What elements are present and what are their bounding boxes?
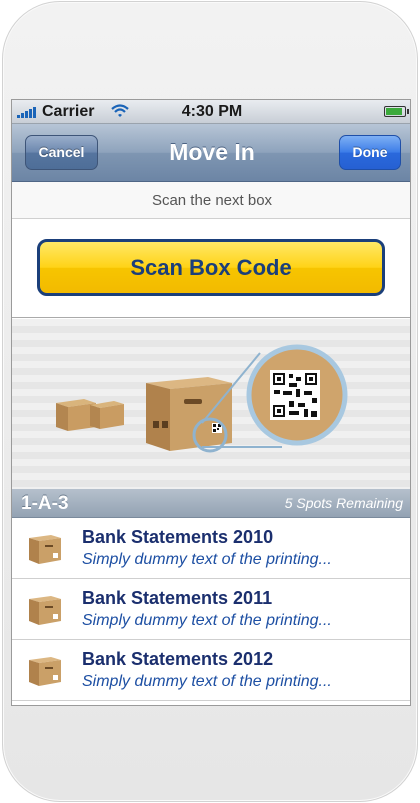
spots-remaining: 5 Spots Remaining [284,495,403,511]
item-subtitle: Simply dummy text of the printing... [82,673,332,690]
done-button[interactable]: Done [339,135,401,170]
navigation-bar: Cancel Move In Done [12,124,410,182]
list-item[interactable]: Bank Statements 2012 Simply dummy text o… [12,640,410,701]
battery-icon [384,106,409,117]
status-bar: Carrier 4:30 PM [12,100,410,124]
item-title: Bank Statements 2012 [82,649,274,669]
box-list: Bank Statements 2010 Simply dummy text o… [12,518,410,701]
status-time: 4:30 PM [181,103,243,120]
large-box-icon [146,377,232,451]
box-icon [29,535,61,564]
item-subtitle: Simply dummy text of the printing... [82,551,332,568]
scan-box-code-button[interactable]: Scan Box Code [37,239,385,296]
section-header: 1-A-3 5 Spots Remaining [12,489,410,518]
scan-area: Scan Box Code [12,219,410,318]
item-title: Bank Statements 2011 [82,588,273,608]
scan-prompt: Scan the next box [12,182,410,219]
box-icon [29,596,61,625]
list-item[interactable]: Bank Statements 2011 Simply dummy text o… [12,579,410,640]
app-screen: Carrier 4:30 PM Cancel Move In Done Scan… [11,99,411,706]
box-icon [29,657,61,686]
list-item[interactable]: Bank Statements 2010 Simply dummy text o… [12,518,410,579]
qr-code-icon [246,344,348,446]
item-subtitle: Simply dummy text of the printing... [82,612,332,629]
box-illustration [12,319,410,489]
boxes-qr-illustration [56,344,348,453]
item-title: Bank Statements 2010 [82,527,274,547]
small-boxes-icon [56,399,124,431]
location-code: 1-A-3 [21,493,69,514]
